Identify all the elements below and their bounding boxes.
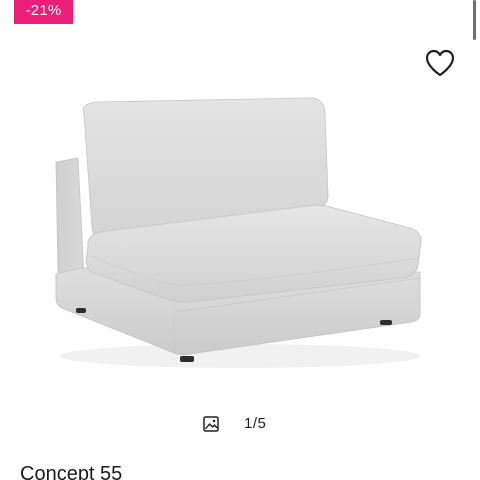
gallery-counter: 1/5 <box>244 415 267 432</box>
scroll-indicator[interactable] <box>473 0 476 40</box>
product-title: Concept 55 <box>20 463 123 480</box>
favorite-button[interactable] <box>422 48 458 82</box>
discount-badge: -21% <box>14 0 73 24</box>
product-page: -21% 1/5 Concept 55 <box>0 0 480 480</box>
product-image[interactable] <box>40 88 440 378</box>
gallery-pagination: 1/5 <box>0 412 480 436</box>
heart-icon <box>424 48 456 83</box>
image-gallery-icon[interactable] <box>202 415 220 433</box>
sofa-illustration <box>55 97 422 368</box>
